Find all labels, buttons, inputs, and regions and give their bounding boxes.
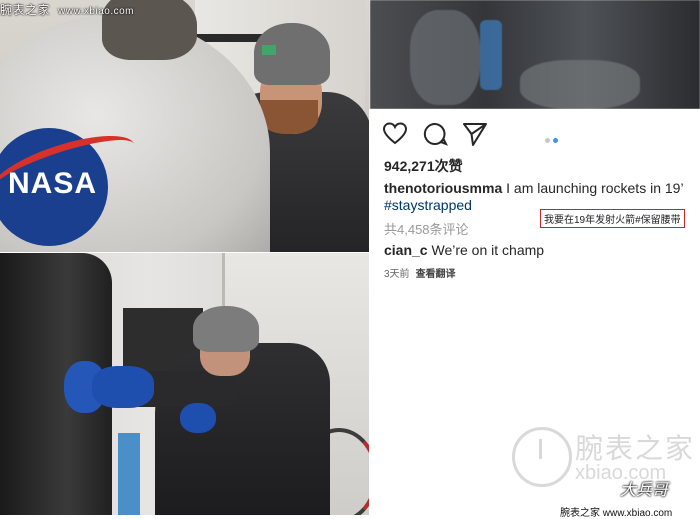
watermark-site-large: 腕表之家 — [575, 433, 696, 464]
carousel-dot — [545, 138, 550, 143]
comment-text: We’re on it champ — [431, 242, 545, 258]
caption-text: I am launching rockets in 19’ — [506, 180, 684, 196]
watch-logo-icon — [512, 427, 572, 487]
blue-pole — [118, 433, 140, 515]
blurred-figure — [410, 10, 480, 105]
photo-training-top: NASA — [0, 0, 369, 252]
fighter-beanie — [193, 306, 259, 352]
instagram-post-panel: 942,271次赞 thenotoriousmma I am launching… — [370, 109, 700, 519]
watermark-url: www.xbiao.com — [58, 6, 134, 17]
hashtag-link[interactable]: #staystrapped — [384, 197, 472, 213]
comment-time: 3天前 — [384, 269, 410, 280]
share-icon[interactable] — [462, 121, 488, 147]
post-caption: thenotoriousmma I am launching rockets i… — [384, 179, 694, 197]
likes-count[interactable]: 942,271次赞 — [384, 156, 463, 176]
photo-training-bottom — [0, 253, 369, 515]
beard — [260, 100, 318, 134]
instagram-post-image[interactable] — [370, 0, 700, 109]
view-comments-link[interactable]: 共4,458条评论 — [384, 219, 469, 238]
beanie-logo — [262, 45, 276, 55]
comment-icon[interactable] — [422, 121, 448, 147]
footer-watermark: 腕表之家 www.xbiao.com — [560, 508, 673, 519]
boxing-glove-rear — [180, 403, 216, 433]
translation-box: 我要在19年发射火箭#保留腰带 — [540, 209, 685, 228]
heart-icon[interactable] — [382, 121, 408, 147]
watermark-top-left: 腕表之家 www.xbiao.com — [0, 1, 134, 18]
blurred-blue-object — [480, 20, 502, 90]
boxing-glove-right — [92, 366, 154, 408]
blurred-figure-2 — [520, 60, 640, 109]
nasa-patch-text: NASA — [8, 167, 98, 200]
caption-username[interactable]: thenotoriousmma — [384, 180, 502, 196]
carousel-dots — [545, 130, 561, 148]
watermark-site: 腕表之家 — [0, 3, 51, 17]
carousel-dot-active — [553, 138, 558, 143]
signature: 大兵哥 — [620, 480, 669, 499]
comment-item: cian_c We’re on it champ — [384, 242, 544, 258]
comment-meta: 3天前 查看翻译 — [384, 265, 456, 280]
comment-username[interactable]: cian_c — [384, 242, 428, 258]
see-translation-link[interactable]: 查看翻译 — [416, 269, 456, 280]
